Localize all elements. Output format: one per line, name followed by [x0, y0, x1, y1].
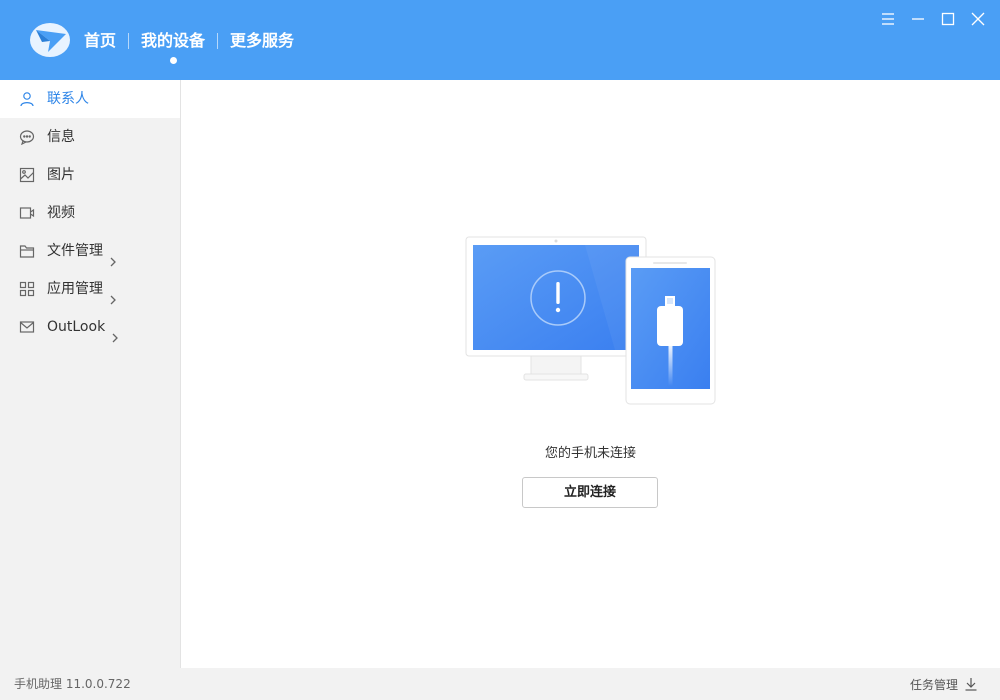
title-bar: 首页 我的设备 更多服务 [0, 0, 1000, 80]
main-nav: 首页 我的设备 更多服务 [84, 29, 294, 64]
sidebar-item-images[interactable]: 图片 [0, 156, 180, 194]
status-bar: 手机助理 11.0.0.722 任务管理 [0, 668, 1000, 700]
app-version-text: 手机助理 11.0.0.722 [14, 677, 131, 691]
sidebar-item-app-manager[interactable]: 应用管理 [0, 270, 180, 308]
nav-divider [217, 33, 219, 49]
main-panel: 您的手机未连接 立即连接 [181, 80, 1000, 668]
person-icon [19, 91, 35, 107]
sidebar-item-messages[interactable]: 信息 [0, 118, 180, 156]
chevron-right-icon [107, 283, 119, 305]
sidebar-item-label: 视频 [47, 205, 75, 221]
device-disconnected-illustration [465, 236, 717, 406]
message-bubble-icon [19, 129, 35, 146]
video-icon [19, 205, 35, 221]
nav-divider [128, 33, 130, 49]
sidebar-item-label: 文件管理 [47, 232, 119, 270]
sidebar-item-label: OutLook [47, 308, 121, 346]
tab-more-services[interactable]: 更多服务 [230, 29, 294, 53]
connection-status-text: 您的手机未连接 [544, 446, 636, 461]
download-arrow-icon [965, 678, 977, 691]
tab-my-devices-label: 我的设备 [141, 31, 206, 50]
mail-icon [19, 319, 35, 335]
sidebar-item-text: 应用管理 [47, 281, 103, 297]
chevron-right-icon [107, 245, 119, 267]
sidebar: 联系人 信息 图片 视频 文件管理 应用管理 OutLook [0, 80, 181, 668]
sidebar-item-text: OutLook [47, 319, 106, 335]
sidebar-item-file-manager[interactable]: 文件管理 [0, 232, 180, 270]
sidebar-item-label: 信息 [47, 129, 75, 145]
chevron-right-icon [109, 321, 121, 343]
sidebar-item-videos[interactable]: 视频 [0, 194, 180, 232]
sidebar-item-outlook[interactable]: OutLook [0, 308, 180, 346]
sidebar-item-contacts[interactable]: 联系人 [0, 80, 180, 118]
close-icon[interactable] [969, 10, 987, 28]
maximize-icon[interactable] [939, 10, 957, 28]
tab-my-devices[interactable]: 我的设备 [141, 29, 206, 64]
sidebar-item-label: 联系人 [47, 91, 89, 107]
tab-home[interactable]: 首页 [84, 29, 116, 53]
apps-grid-icon [19, 281, 35, 297]
active-tab-indicator [170, 57, 178, 64]
task-manager-label: 任务管理 [909, 677, 958, 692]
app-logo-icon [28, 22, 72, 58]
minimize-icon[interactable] [909, 10, 927, 28]
folder-icon [19, 243, 35, 259]
menu-icon[interactable] [879, 10, 897, 28]
sidebar-item-label: 应用管理 [47, 270, 119, 308]
sidebar-item-label: 图片 [47, 167, 75, 183]
sidebar-item-text: 文件管理 [47, 243, 103, 259]
connect-now-button[interactable]: 立即连接 [522, 477, 658, 508]
image-icon [19, 167, 35, 183]
task-manager-button[interactable]: 任务管理 [910, 668, 978, 700]
